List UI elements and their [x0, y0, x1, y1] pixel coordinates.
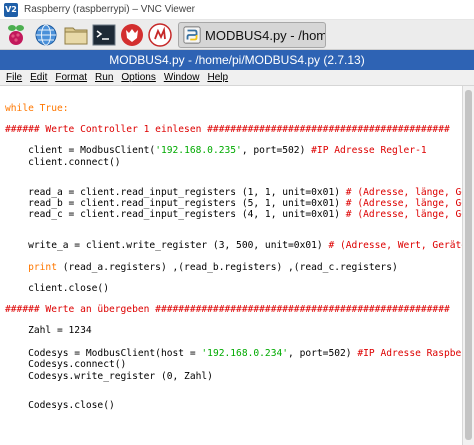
code-text: read_c = client.read_input_registers (4,… — [5, 209, 346, 220]
web-browser-globe-icon[interactable] — [34, 23, 58, 47]
editor-menubar: File Edit Format Run Options Window Help — [0, 70, 474, 86]
code-string: '192.168.0.235' — [155, 145, 242, 156]
desktop-taskbar: MODBUS4.py - /hom... — [0, 20, 474, 50]
mathematica-icon[interactable] — [148, 23, 172, 47]
python-file-icon — [183, 26, 201, 44]
menu-options[interactable]: Options — [121, 72, 155, 83]
code-text: client = ModbusClient( — [5, 145, 156, 156]
menu-window[interactable]: Window — [164, 72, 200, 83]
code-comment: # (Adresse, Wert, Geräte — [328, 240, 462, 251]
raspberry-menu-icon[interactable] — [4, 23, 28, 47]
code-text: write_a = client.write_register (3, 500,… — [5, 240, 329, 251]
code-keyword: while True: — [5, 103, 69, 114]
code-line: write_a = client.write_register (3, 500,… — [5, 239, 462, 252]
code-text: , port=502) — [288, 348, 358, 359]
code-editor[interactable]: while True: ###### Werte Controller 1 ei… — [0, 86, 462, 445]
code-line: Zahl = 1234 — [5, 324, 92, 337]
wolfram-icon[interactable] — [120, 23, 144, 47]
code-line: ###### Werte Controller 1 einlesen #####… — [5, 123, 450, 136]
code-line: read_c = client.read_input_registers (4,… — [5, 208, 462, 221]
taskbar-window-button-modbus4[interactable]: MODBUS4.py - /hom... — [178, 22, 326, 48]
code-text: Zahl = 1234 — [5, 325, 92, 336]
code-line: ###### Werte an übergeben ##############… — [5, 303, 450, 316]
code-line: Codesys.close() — [5, 399, 115, 412]
code-comment: #IP Adresse Regler-1 — [311, 145, 427, 156]
code-text: Codesys.close() — [5, 400, 115, 411]
code-text: , port=502) — [241, 145, 312, 156]
taskbar-window-label: MODBUS4.py - /hom... — [205, 27, 325, 43]
menu-format[interactable]: Format — [55, 72, 87, 83]
code-string: '192.168.0.234' — [201, 348, 289, 359]
menu-run[interactable]: Run — [95, 72, 113, 83]
code-text: client.connect() — [5, 157, 121, 168]
editor-window-title: MODBUS4.py - /home/pi/MODBUS4.py (2.7.13… — [109, 53, 365, 67]
file-manager-folder-icon[interactable] — [64, 23, 88, 47]
menu-edit[interactable]: Edit — [30, 72, 47, 83]
vertical-scrollbar[interactable] — [462, 86, 474, 445]
code-line: client.connect() — [5, 156, 121, 169]
code-line: Codesys.write_register (0, Zahl) — [5, 370, 213, 383]
code-comment: ###### Werte Controller 1 einlesen #####… — [5, 124, 450, 135]
vnc-viewer-titlebar: V2 Raspberry (raspberrypi) – VNC Viewer — [0, 0, 474, 20]
vnc-window-title: Raspberry (raspberrypi) – VNC Viewer — [24, 4, 195, 15]
code-line: client.close() — [5, 282, 109, 295]
editor-window-titlebar: MODBUS4.py - /home/pi/MODBUS4.py (2.7.13… — [0, 50, 474, 70]
code-line: print (read_a.registers) ,(read_b.regist… — [5, 261, 398, 274]
code-text: (read_a.registers) ,(read_b.registers) ,… — [56, 262, 398, 273]
code-text: client.close() — [5, 283, 109, 294]
code-text: Codesys.connect() — [5, 359, 127, 370]
code-text: Codesys.write_register (0, Zahl) — [5, 371, 213, 382]
code-comment: #IP Adresse Raspber — [357, 348, 462, 359]
code-keyword: print — [5, 262, 57, 273]
terminal-icon[interactable] — [92, 23, 116, 47]
code-comment: # (Adresse, länge, Ge — [345, 209, 462, 220]
menu-help[interactable]: Help — [207, 72, 228, 83]
vnc-viewer-logo-icon: V2 — [4, 2, 18, 17]
code-comment: ###### Werte an übergeben ##############… — [5, 304, 450, 315]
code-line: while True: — [5, 102, 69, 115]
scrollbar-thumb[interactable] — [465, 90, 472, 440]
menu-file[interactable]: File — [6, 72, 22, 83]
